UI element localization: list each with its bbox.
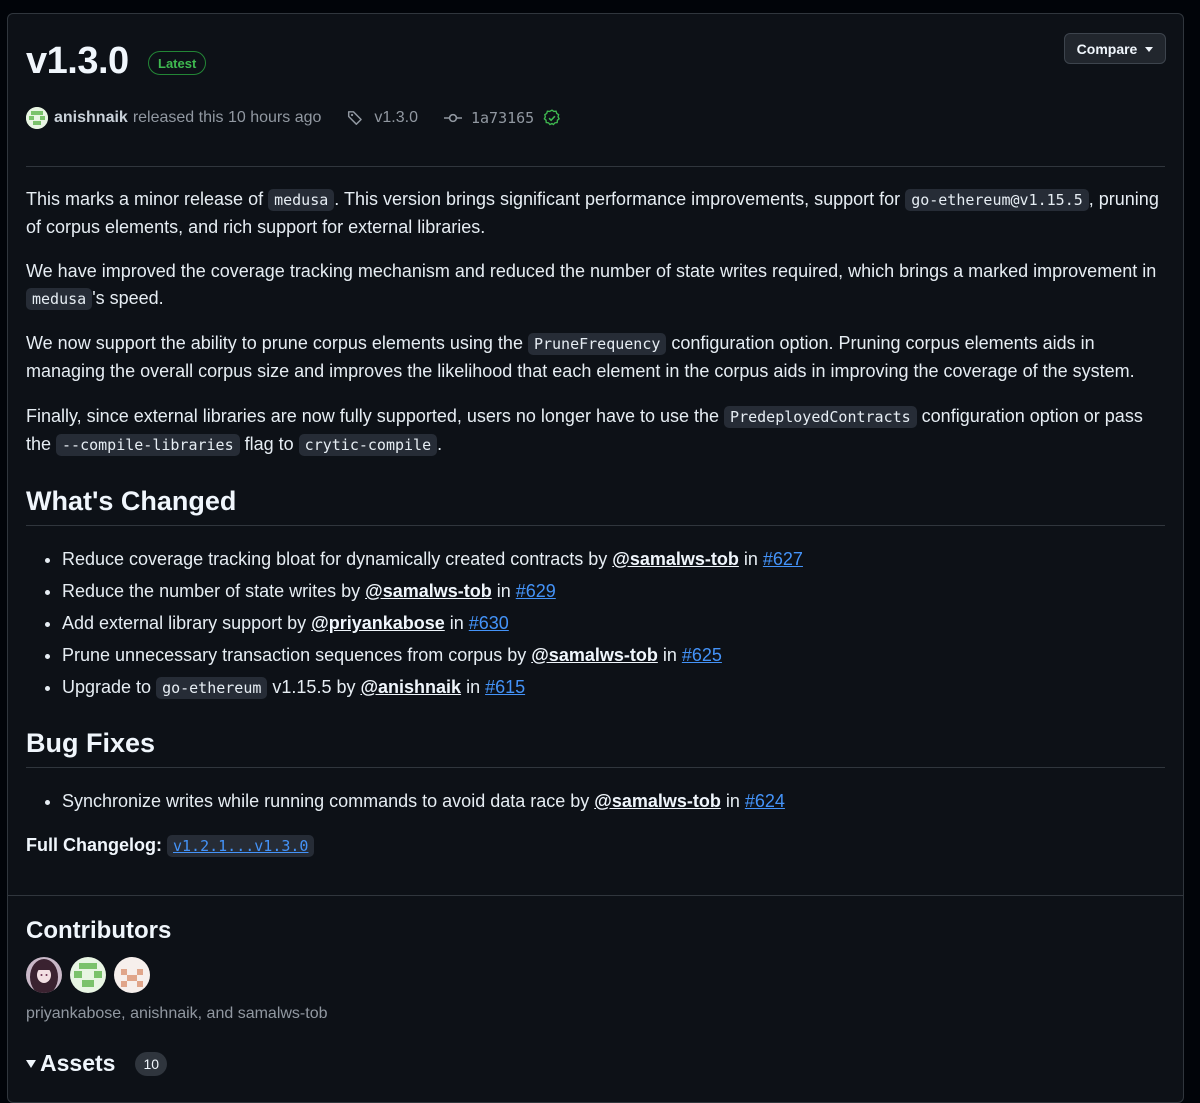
user-mention[interactable]: @anishnaik [360,677,461,697]
compare-link[interactable]: v1.2.1...v1.3.0 [167,835,315,857]
triangle-down-icon [26,1059,36,1068]
user-mention[interactable]: @samalws-tob [531,645,658,665]
list-item: Reduce the number of state writes by @sa… [62,575,803,607]
description-paragraph-4: Finally, since external libraries are no… [26,406,1143,456]
inline-code: medusa [26,288,93,310]
description-paragraph-2: We have improved the coverage tracking m… [26,261,1157,310]
latest-badge: Latest [148,51,207,75]
pr-link[interactable]: #624 [745,791,785,811]
user-mention[interactable]: @samalws-tob [612,549,739,569]
divider [8,895,1183,896]
compare-button-label: Compare [1076,40,1138,57]
identicon-icon [70,957,106,993]
tag-label: v1.3.0 [374,109,418,126]
inline-code: go-ethereum [156,677,268,699]
chevron-down-icon [1145,47,1154,52]
contributor-avatars [26,957,150,993]
avatar[interactable] [70,957,106,993]
commit-link[interactable]: 1a73165 [443,109,561,127]
user-photo-icon [26,957,62,993]
identicon-icon [114,957,150,993]
verified-check-icon[interactable] [543,109,561,127]
pr-link[interactable]: #615 [485,677,525,697]
release-title[interactable]: v1.3.0 [26,40,129,83]
list-item: Prune unnecessary transaction sequences … [62,639,803,671]
tag-icon [348,111,363,125]
list-item: Reduce coverage tracking bloat for dynam… [62,543,803,575]
divider [26,525,1165,526]
whats-changed-list: Reduce coverage tracking bloat for dynam… [26,543,803,704]
contributors-heading: Contributors [26,917,172,944]
divider [26,166,1165,167]
tag-link[interactable]: v1.3.0 [347,109,418,127]
inline-code: --compile-libraries [56,434,240,456]
list-item: Upgrade to go-ethereum v1.15.5 by @anish… [62,671,803,704]
assets-count-badge: 10 [135,1051,168,1076]
list-item: Add external library support by @priyank… [62,607,803,639]
inline-code: PruneFrequency [527,333,667,355]
author-link[interactable]: anishnaik [54,109,128,127]
released-time: released this 10 hours ago [132,109,322,126]
author-avatar[interactable] [26,107,48,129]
compare-button[interactable]: Compare [1064,33,1166,64]
user-mention[interactable]: @samalws-tob [365,581,492,601]
inline-code: go-ethereum@v1.15.5 [905,189,1089,211]
inline-code: medusa [268,189,335,211]
user-mention[interactable]: @priyankabose [311,613,445,633]
inline-code: PredeployedContracts [724,406,917,428]
bug-fixes-list: Synchronize writes while running command… [26,785,785,817]
pr-link[interactable]: #625 [682,645,722,665]
pr-link[interactable]: #627 [763,549,803,569]
assets-toggle[interactable]: Assets 10 [26,1050,168,1077]
identicon-icon [26,107,48,129]
contributor-names: priyankabose, anishnaik, and samalws-tob [26,1005,328,1022]
whats-changed-heading: What's Changed [26,486,237,516]
release-meta: anishnaik released this 10 hours ago v1.… [26,106,561,130]
assets-label: Assets [40,1050,116,1076]
pr-link[interactable]: #630 [469,613,509,633]
description-paragraph-1: This marks a minor release of medusa. Th… [26,189,1159,237]
commit-icon [443,113,462,123]
description-paragraph-3: We now support the ability to prune corp… [26,333,1135,381]
divider [26,767,1165,768]
commit-sha: 1a73165 [470,109,535,127]
inline-code: crytic-compile [298,434,438,456]
pr-link[interactable]: #629 [516,581,556,601]
release-card: v1.3.0 Latest Compare anishnaik released… [7,13,1184,1103]
avatar[interactable] [26,957,62,993]
full-changelog-label: Full Changelog: [26,835,162,855]
avatar[interactable] [114,957,150,993]
list-item: Synchronize writes while running command… [62,785,785,817]
full-changelog: Full Changelog: v1.2.1...v1.3.0 [26,835,315,857]
bug-fixes-heading: Bug Fixes [26,728,156,758]
user-mention[interactable]: @samalws-tob [594,791,721,811]
